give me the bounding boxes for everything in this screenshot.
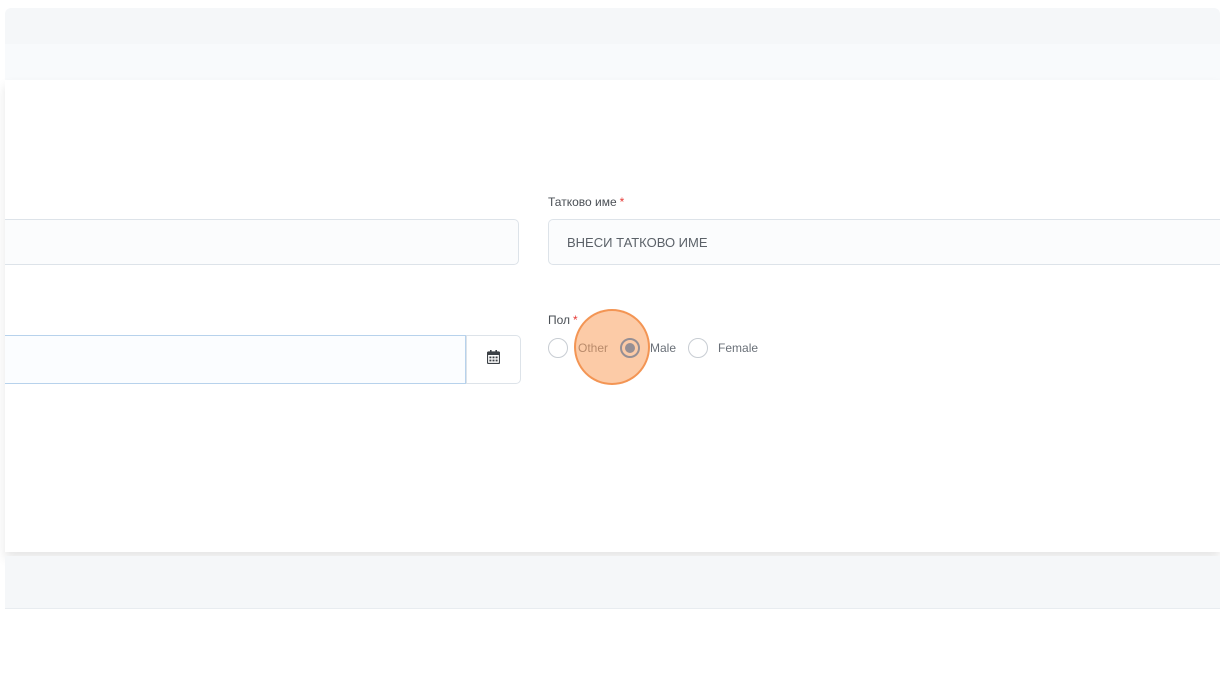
card-header-band	[5, 44, 1220, 80]
date-input[interactable]	[5, 335, 466, 384]
radio-female[interactable]	[688, 338, 709, 358]
gender-radio-group: Other Male Female	[548, 336, 770, 360]
radio-label-male: Male	[650, 341, 677, 355]
card-top-strip	[5, 8, 1220, 44]
gender-option-male[interactable]: Male	[620, 338, 676, 358]
required-asterisk: *	[619, 195, 625, 209]
date-input-group	[5, 335, 521, 384]
next-section-header	[5, 556, 1220, 609]
left-text-input[interactable]	[5, 219, 519, 265]
fathers-name-label-text: Татково име	[548, 195, 617, 209]
calendar-icon	[486, 350, 501, 369]
radio-label-female: Female	[718, 341, 759, 355]
gender-option-female[interactable]: Female	[688, 338, 758, 358]
gender-label: Пол *	[548, 313, 578, 327]
radio-other[interactable]	[548, 338, 568, 358]
date-picker-button[interactable]	[466, 335, 521, 384]
fathers-name-label: Татково име *	[548, 195, 624, 209]
fathers-name-input[interactable]	[548, 219, 1220, 265]
page: Татково име* Пол	[0, 0, 1220, 681]
form-card	[5, 80, 1220, 552]
next-section-body	[5, 609, 1220, 681]
gender-option-other[interactable]: Other	[548, 338, 608, 358]
radio-label-other: Other	[578, 341, 609, 355]
required-asterisk: *	[573, 313, 578, 327]
radio-male[interactable]	[620, 338, 641, 358]
gender-label-text: Пол	[548, 313, 571, 327]
